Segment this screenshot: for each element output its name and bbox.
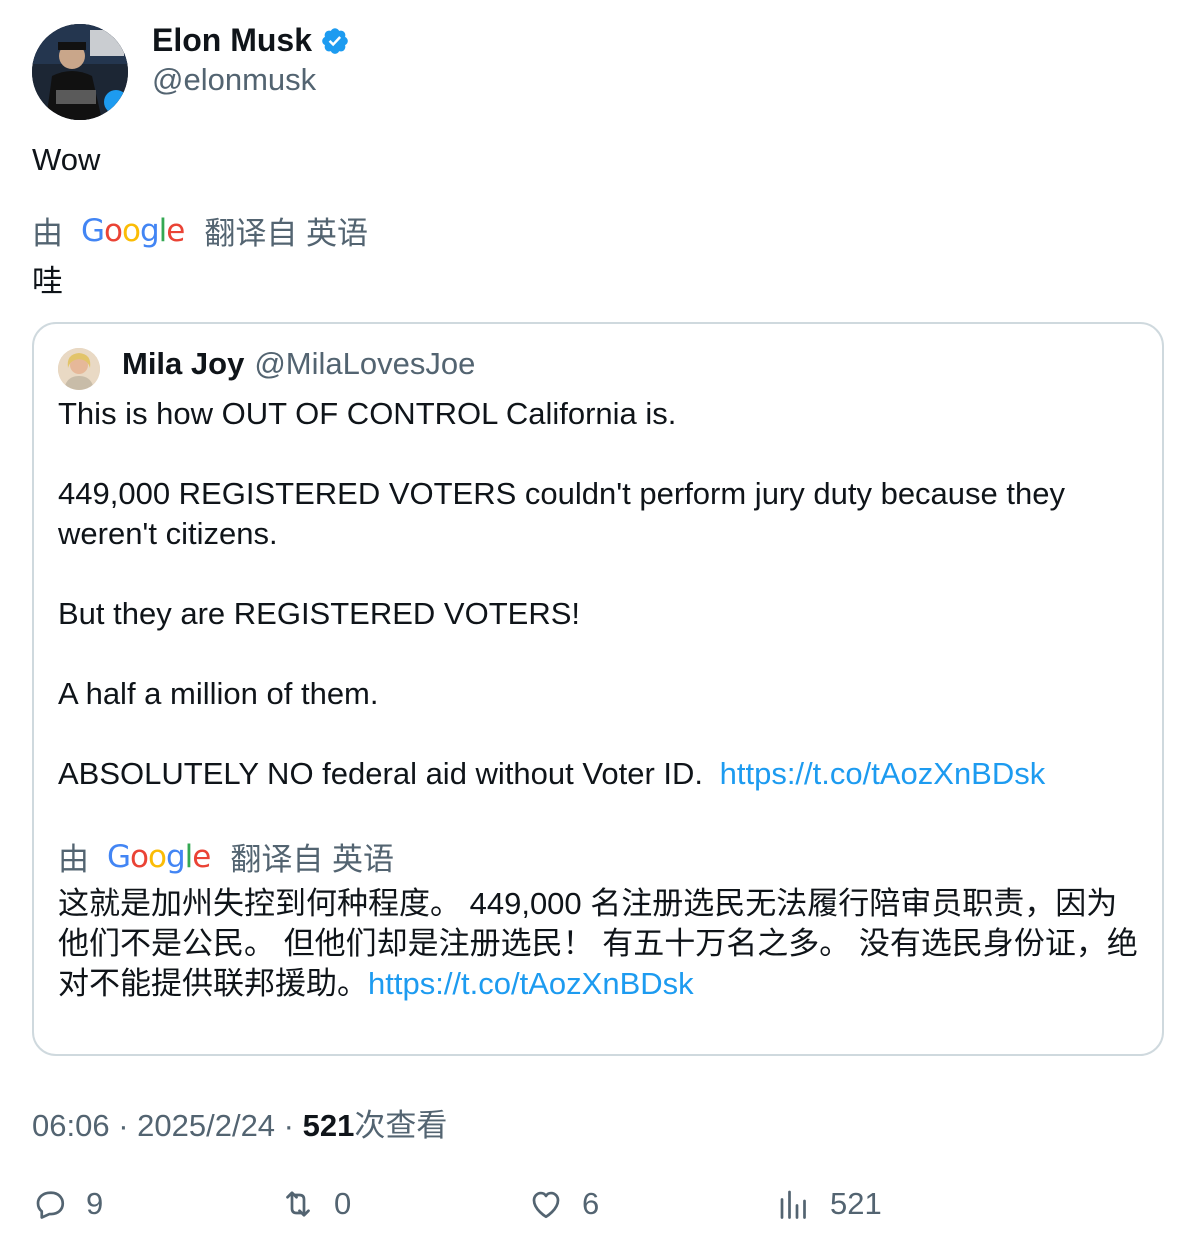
quoted-google-logo: Google (107, 838, 211, 875)
quoted-link[interactable]: https://t.co/tAozXnBDsk (720, 756, 1046, 791)
quoted-author-avatar[interactable] (58, 348, 100, 390)
tweet-actions: 9 0 6 521 (32, 1186, 1164, 1236)
translation-attribution: 由 Google 翻译自 英语 (32, 208, 368, 253)
quoted-line-1: This is how OUT OF CONTROL California is… (58, 396, 677, 431)
quoted-line-4: A half a million of them. (58, 676, 379, 711)
meta-separator-1: · (109, 1108, 138, 1143)
like-count: 6 (582, 1186, 600, 1221)
quoted-line-5-text: ABSOLUTELY NO federal aid without Voter … (58, 756, 712, 791)
tweet-page: Elon Musk @elonmusk Wow 由 Google 翻译自 英语 … (0, 0, 1196, 1256)
author-name[interactable]: Elon Musk (152, 22, 350, 59)
quoted-author-handle[interactable]: @MilaLovesJoe (254, 346, 475, 382)
quoted-line-2: 449,000 REGISTERED VOTERS couldn't perfo… (58, 476, 1065, 551)
tweet-text: Wow (32, 142, 101, 177)
quoted-tweet-card[interactable]: Mila Joy @MilaLovesJoe This is how OUT O… (32, 322, 1164, 1056)
views-button[interactable]: 521 (776, 1186, 882, 1222)
tweet-time[interactable]: 06:06 (32, 1108, 110, 1144)
views-label: 次查看 (354, 1108, 448, 1143)
google-logo: Google (81, 212, 185, 249)
views-count: 521 (302, 1108, 355, 1143)
quoted-translated-text: 这就是加州失控到何种程度。 449,000 名注册选民无法履行陪审员职责，因为他… (58, 884, 1138, 1004)
quoted-translated-by-label: 由 (58, 842, 89, 877)
translated-by-label: 由 (32, 216, 63, 251)
author-avatar[interactable] (32, 24, 128, 120)
quoted-author[interactable]: Mila Joy @MilaLovesJoe (122, 346, 475, 382)
quoted-line-3: But they are REGISTERED VOTERS! (58, 596, 580, 631)
like-icon (532, 1191, 560, 1219)
translated-from-label: 翻译自 英语 (204, 216, 368, 251)
reply-button[interactable]: 9 (32, 1186, 103, 1222)
reply-icon (36, 1191, 65, 1219)
reply-count: 9 (86, 1186, 104, 1221)
tweet-meta: 06:06 · 2025/2/24 · 521 次查看 (32, 1100, 447, 1145)
author-handle[interactable]: @elonmusk (152, 62, 316, 98)
tweet-translated-text: 哇 (32, 264, 63, 299)
repost-icon (286, 1191, 310, 1217)
meta-separator-2: · (275, 1108, 303, 1143)
repost-button[interactable]: 0 (280, 1186, 351, 1222)
like-button[interactable]: 6 (528, 1186, 599, 1222)
quoted-translation-attribution: 由 Google 翻译自 英语 (58, 834, 394, 879)
views-icon (780, 1190, 806, 1219)
verified-badge-icon (320, 26, 350, 56)
quoted-translated-link[interactable]: https://t.co/tAozXnBDsk (368, 966, 694, 1001)
views-action-count: 521 (830, 1186, 882, 1221)
tweet-date[interactable]: 2025/2/24 (137, 1108, 275, 1144)
quoted-tweet-text: This is how OUT OF CONTROL California is… (58, 394, 1138, 794)
quoted-author-name[interactable]: Mila Joy (122, 346, 244, 382)
quoted-line-5: ABSOLUTELY NO federal aid without Voter … (58, 754, 1138, 794)
quoted-translated-from-label: 翻译自 英语 (230, 842, 394, 877)
author-name-text[interactable]: Elon Musk (152, 22, 312, 59)
repost-count: 0 (334, 1186, 352, 1221)
